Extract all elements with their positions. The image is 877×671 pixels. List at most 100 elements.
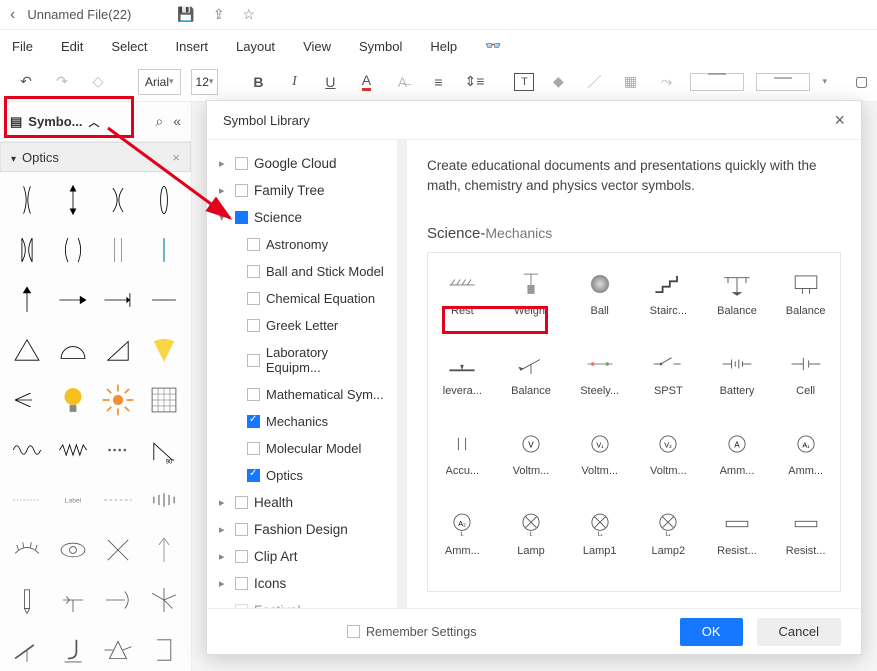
- shape-sun[interactable]: [100, 382, 138, 418]
- symbol-ball[interactable]: Ball: [565, 253, 634, 333]
- tree-ball-stick[interactable]: Ball and Stick Model: [211, 258, 393, 285]
- category-optics-header[interactable]: ▾Optics ×: [0, 142, 191, 172]
- tree-optics[interactable]: Optics: [211, 462, 393, 489]
- line-color-icon[interactable]: ／: [582, 70, 606, 94]
- text-box-icon[interactable]: T: [514, 73, 534, 91]
- shape-dashed-line[interactable]: [100, 482, 138, 518]
- menu-help[interactable]: Help: [430, 39, 457, 54]
- shape-microscope[interactable]: [54, 632, 92, 668]
- shape-right-triangle[interactable]: [100, 332, 138, 368]
- shape-dots[interactable]: [100, 432, 138, 468]
- shape-triangle[interactable]: [8, 332, 46, 368]
- shape-periscope[interactable]: [145, 632, 183, 668]
- symbol-stairc-[interactable]: Stairc...: [634, 253, 703, 333]
- collapse-icon[interactable]: «: [173, 113, 181, 130]
- connection-icon[interactable]: ⤳: [654, 70, 678, 94]
- shape-semicircle[interactable]: [54, 332, 92, 368]
- ok-button[interactable]: OK: [680, 618, 743, 646]
- symbol-resist-[interactable]: Resist...: [703, 493, 772, 573]
- font-size-select[interactable]: 12 ▾: [191, 69, 219, 95]
- tree-chem-eq[interactable]: Chemical Equation: [211, 285, 393, 312]
- tree-icons[interactable]: ▸Icons: [211, 570, 393, 597]
- tree-festival[interactable]: ▸Festival: [211, 597, 393, 608]
- tree-greek[interactable]: Greek Letter: [211, 312, 393, 339]
- menu-select[interactable]: Select: [111, 39, 147, 54]
- shape-prism-rays[interactable]: [100, 632, 138, 668]
- shape-light-cone[interactable]: [145, 332, 183, 368]
- shape-grid[interactable]: [145, 382, 183, 418]
- tree-health[interactable]: ▸Health: [211, 489, 393, 516]
- line-weight-select[interactable]: [690, 73, 744, 91]
- symbol-lamp1[interactable]: L₁Lamp1: [565, 493, 634, 573]
- shape-telescope[interactable]: [8, 632, 46, 668]
- symbol-library-toggle[interactable]: ▤ Symbo... ︿: [10, 114, 99, 130]
- shape-refraction[interactable]: [145, 582, 183, 618]
- shape-arrow-up[interactable]: [8, 282, 46, 318]
- symbol-amm-[interactable]: A₁Amm...: [771, 413, 840, 493]
- shape-bulb[interactable]: [54, 382, 92, 418]
- shadow-icon[interactable]: ▦: [618, 70, 642, 94]
- tree-clip-art[interactable]: ▸Clip Art: [211, 543, 393, 570]
- shape-mirror-stand[interactable]: [54, 582, 92, 618]
- symbol-levera-[interactable]: levera...: [428, 333, 497, 413]
- shape-pencil[interactable]: [8, 582, 46, 618]
- symbol-weight[interactable]: Weight: [497, 253, 566, 333]
- italic-button[interactable]: I: [282, 70, 306, 94]
- shape-angle[interactable]: 90°: [145, 432, 183, 468]
- font-color-button[interactable]: A: [354, 70, 378, 94]
- menu-view[interactable]: View: [303, 39, 331, 54]
- shape-cross-arrows[interactable]: [100, 532, 138, 568]
- shape-lens-arc[interactable]: [100, 182, 138, 218]
- bold-button[interactable]: B: [246, 70, 270, 94]
- symbol-resist-[interactable]: Resist...: [771, 493, 840, 573]
- shape-wave[interactable]: [8, 432, 46, 468]
- undo-icon[interactable]: ↶: [14, 70, 38, 94]
- menu-insert[interactable]: Insert: [176, 39, 209, 54]
- arrow-style-select[interactable]: [756, 73, 810, 91]
- shape-label-line-left[interactable]: [8, 482, 46, 518]
- menu-symbol[interactable]: Symbol: [359, 39, 402, 54]
- redo-icon[interactable]: ↷: [50, 70, 74, 94]
- layout-icon[interactable]: ▢: [855, 70, 868, 94]
- search-icon[interactable]: ⌕: [155, 113, 163, 130]
- line-spacing-button[interactable]: ⇕≡: [462, 70, 486, 94]
- shape-interference-pattern[interactable]: [145, 482, 183, 518]
- align-left-button[interactable]: ≡: [426, 70, 450, 94]
- symbol-amm-[interactable]: A₂LAmm...: [428, 493, 497, 573]
- menu-edit[interactable]: Edit: [61, 39, 83, 54]
- symbol-amm-[interactable]: AAmm...: [703, 413, 772, 493]
- binoculars-icon[interactable]: 👓: [485, 38, 501, 54]
- shape-eye[interactable]: [54, 532, 92, 568]
- symbol-balance[interactable]: Balance: [771, 253, 840, 333]
- shape-brackets[interactable]: [54, 232, 92, 268]
- tree-math-sym[interactable]: Mathematical Sym...: [211, 381, 393, 408]
- shape-arrow-right-stop[interactable]: [100, 282, 138, 318]
- star-icon[interactable]: ☆: [243, 6, 256, 23]
- shape-double-arrow[interactable]: [54, 182, 92, 218]
- symbol-steely-[interactable]: Steely...: [565, 333, 634, 413]
- tree-fashion[interactable]: ▸Fashion Design: [211, 516, 393, 543]
- shape-parallel-lines[interactable]: [100, 232, 138, 268]
- close-icon[interactable]: ×: [172, 150, 180, 165]
- shape-lens-biconvex[interactable]: [8, 182, 46, 218]
- tree-family-tree[interactable]: ▸Family Tree: [211, 177, 393, 204]
- tree-science[interactable]: ▾Science: [211, 204, 393, 231]
- tree-google-cloud[interactable]: ▸Google Cloud: [211, 150, 393, 177]
- format-painter-icon[interactable]: ◇: [86, 70, 110, 94]
- save-icon[interactable]: 💾: [177, 6, 194, 23]
- symbol-balance[interactable]: Balance: [497, 333, 566, 413]
- symbol-battery[interactable]: Battery: [703, 333, 772, 413]
- symbol-rest[interactable]: Rest: [428, 253, 497, 333]
- menu-file[interactable]: File: [12, 39, 33, 54]
- shape-lens-convex[interactable]: [145, 182, 183, 218]
- font-select[interactable]: Arial ▾: [138, 69, 181, 95]
- symbol-balance[interactable]: Balance: [703, 253, 772, 333]
- cancel-button[interactable]: Cancel: [757, 618, 841, 646]
- symbol-lamp2[interactable]: L₂Lamp2: [634, 493, 703, 573]
- shape-radiate-left[interactable]: [8, 382, 46, 418]
- text-align-button[interactable]: A̶: [390, 70, 414, 94]
- close-icon[interactable]: ×: [834, 110, 845, 131]
- shape-eyelash[interactable]: [8, 532, 46, 568]
- menu-layout[interactable]: Layout: [236, 39, 275, 54]
- tree-mechanics[interactable]: Mechanics: [211, 408, 393, 435]
